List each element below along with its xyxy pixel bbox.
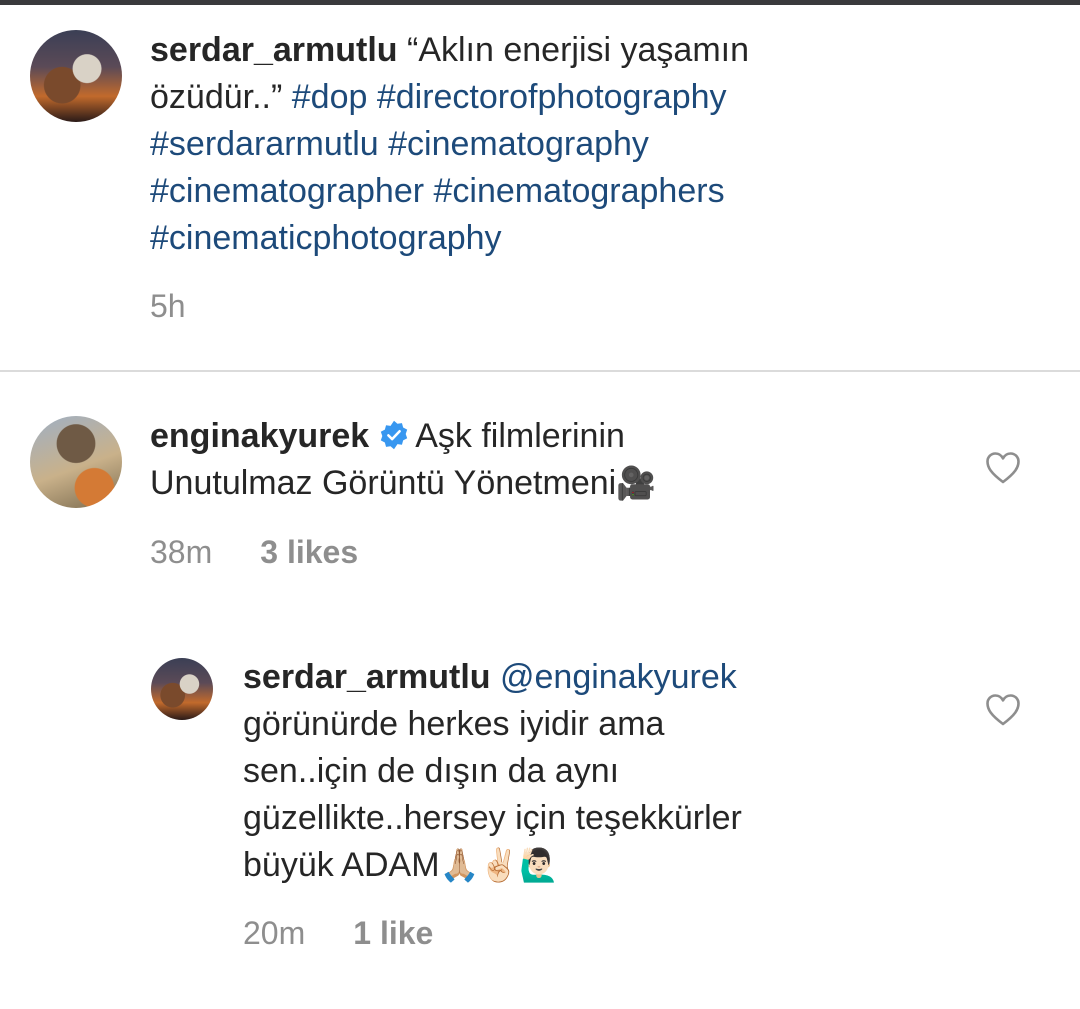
reply-body: görünürde herkes iyidir ama [243, 705, 665, 743]
caption-time: 5h [150, 288, 186, 324]
hashtag-link[interactable]: #cinematicphotography [150, 215, 1030, 262]
caption-text: serdar_armutlu “Aklın enerjisi yaşamın ö… [150, 27, 1030, 262]
avatar[interactable] [30, 30, 122, 122]
reply-body: sen..için de dışın da aynı [243, 752, 620, 790]
verified-badge-icon [381, 420, 408, 450]
caption-quote-end: özüdür..” [150, 78, 292, 116]
comment-body: Aşk filmlerinin [415, 417, 625, 455]
reply-emojis: 🙏🏼✌🏻🙋🏻‍♂️ [439, 846, 560, 884]
comment-meta: 38m 3 likes [150, 534, 358, 571]
avatar[interactable] [151, 658, 213, 720]
reply-meta: 20m 1 like [243, 915, 433, 952]
reply-username[interactable]: serdar_armutlu [243, 658, 491, 696]
status-bar-edge [0, 0, 1080, 5]
reply-body: güzellikte..hersey için teşekkürler [243, 799, 742, 837]
reply-body: büyük ADAM [243, 846, 440, 884]
comment-likes[interactable]: 3 likes [260, 534, 358, 570]
comment-text: enginakyurek Aşk filmlerinin Unutulmaz G… [150, 413, 950, 507]
caption-username[interactable]: serdar_armutlu [150, 31, 398, 69]
hashtag-link[interactable]: #dop #directorofphotography [292, 78, 727, 116]
movie-camera-emoji: 🎥 [616, 464, 657, 502]
comment-time: 38m [150, 534, 213, 570]
reply-text: serdar_armutlu @enginakyurek görünürde h… [243, 654, 963, 889]
hashtag-link[interactable]: #serdararmutlu #cinematography [150, 121, 1030, 168]
hashtag-link[interactable]: #cinematographer #cinematographers [150, 168, 1030, 215]
divider [0, 370, 1080, 372]
comment-username[interactable]: enginakyurek [150, 417, 369, 455]
mention-link[interactable]: @enginakyurek [500, 658, 737, 696]
heart-outline-icon[interactable] [985, 693, 1021, 727]
avatar[interactable] [30, 416, 122, 508]
reply-time: 20m [243, 915, 306, 951]
reply-likes[interactable]: 1 like [353, 915, 433, 951]
heart-outline-icon[interactable] [985, 451, 1021, 485]
caption-quote: “Aklın enerjisi yaşamın [407, 31, 750, 69]
comment-body: Unutulmaz Görüntü Yönetmeni [150, 464, 617, 502]
